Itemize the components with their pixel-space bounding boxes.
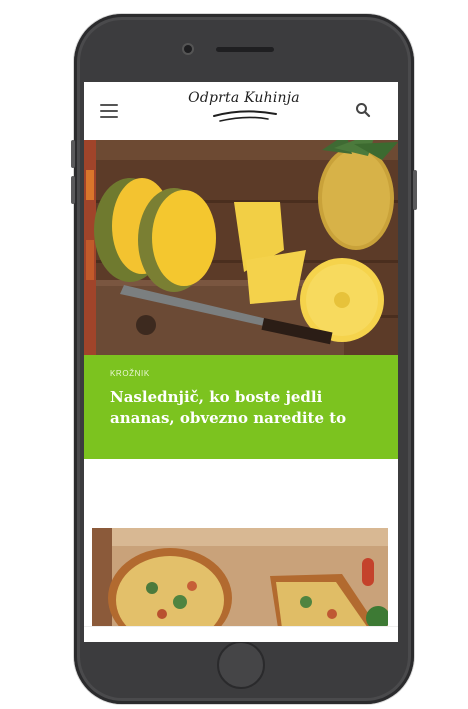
site-logo[interactable]: Odprta Kuhinja [184,90,304,130]
logo-swash [213,110,277,122]
camera-icon [184,45,192,53]
next-article-image[interactable] [92,528,388,628]
article-headline[interactable]: Naslednjič, ko boste jedli ananas, obvez… [110,387,380,429]
volume-up-button [71,140,75,168]
pineapple-slices-photo [84,140,398,355]
speaker-grille [216,47,274,52]
hamburger-menu-icon[interactable] [100,104,118,118]
featured-article-caption[interactable]: KROŽNIK Naslednjič, ko boste jedli anana… [84,355,398,459]
volume-down-button [71,176,75,204]
power-button [413,170,417,210]
top-bar: Odprta Kuhinja [84,82,398,138]
category-label[interactable]: KROŽNIK [110,369,150,378]
home-button[interactable] [217,641,265,689]
quiche-photo [92,528,388,628]
featured-article-image[interactable] [84,140,398,355]
app-screen: Odprta Kuhinja KROŽNIK Naslednjič, ko bo… [84,82,398,642]
logo-text: Odprta Kuhinja [188,90,300,106]
bottom-navigation [84,626,398,642]
search-icon[interactable] [354,101,372,119]
